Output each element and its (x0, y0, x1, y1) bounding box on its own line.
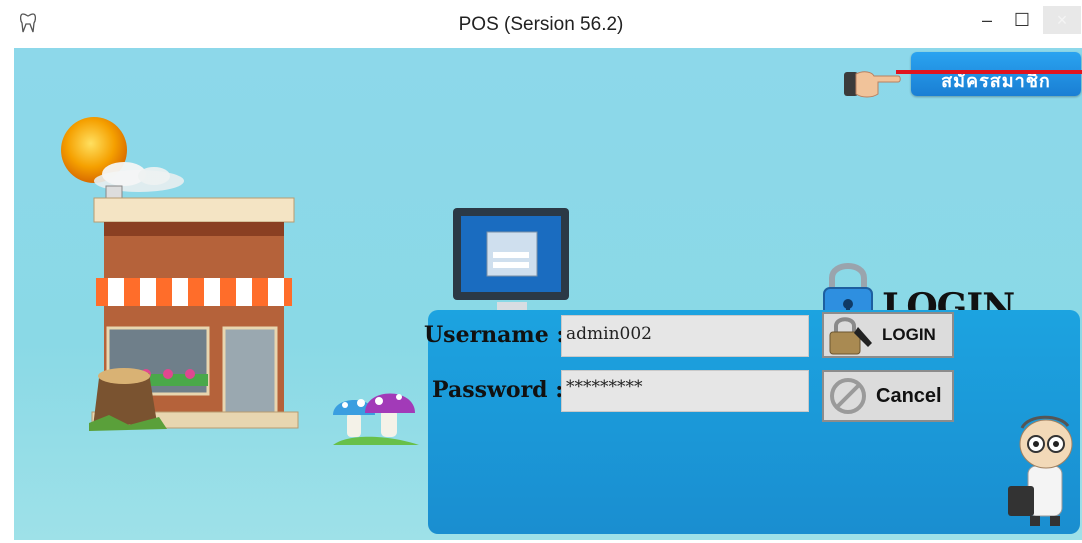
pos-login-canvas: สมัครสมาชิก LOGIN (14, 48, 1082, 540)
cancel-button[interactable]: Cancel (822, 370, 954, 422)
cancel-button-label: Cancel (876, 384, 942, 407)
username-label: Username : (424, 322, 565, 348)
maximize-button[interactable]: ☐ (1005, 6, 1039, 34)
red-annotation-line (896, 70, 1082, 74)
cancel-circle-icon (830, 378, 866, 414)
login-button-label: LOGIN (882, 325, 936, 344)
username-input[interactable]: admin002 (561, 315, 809, 357)
pointing-hand-icon (844, 71, 901, 98)
login-button[interactable]: LOGIN (822, 312, 954, 358)
register-member-button[interactable]: สมัครสมาชิก (911, 52, 1081, 96)
password-input[interactable]: ********* (561, 370, 809, 412)
close-button[interactable]: × (1043, 6, 1081, 34)
window-title: POS (Sersion 56.2) (458, 14, 624, 35)
scientist-mascot-icon (1008, 415, 1073, 526)
padlock-key-icon (829, 317, 872, 355)
title-bar: POS (Sersion 56.2) – ☐ × (0, 0, 1082, 48)
mushrooms-icon (333, 393, 419, 445)
password-label: Password : (432, 377, 564, 403)
tree-stump-icon (89, 368, 167, 431)
minimize-button[interactable]: – (970, 6, 1004, 34)
